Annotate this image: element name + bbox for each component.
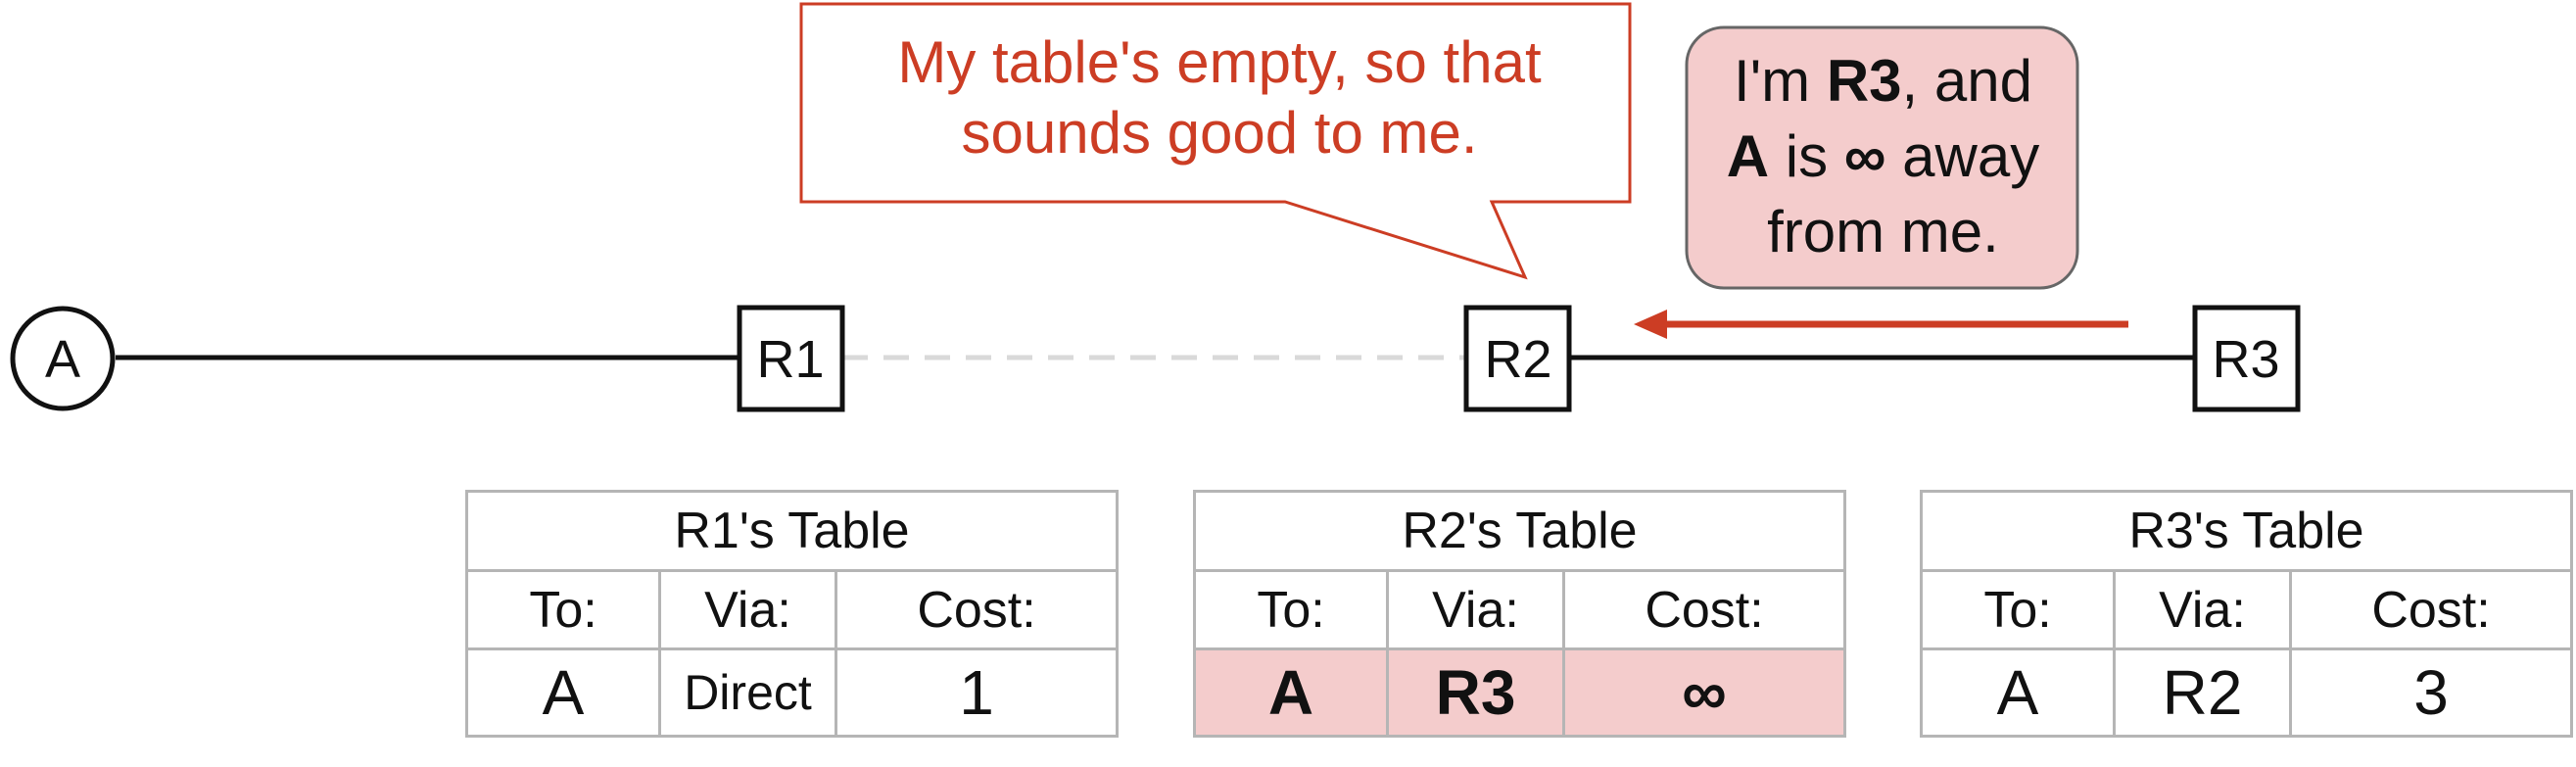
cell-cost: ∞ <box>1562 647 1846 738</box>
bubble-r3-bold-r3: R3 <box>1826 48 1902 114</box>
node-r1: R1 <box>737 305 845 412</box>
header-cost: Cost: <box>835 569 1119 650</box>
cell-to: A <box>1193 647 1389 738</box>
bubble-r3-text-span: , and <box>1901 48 2032 114</box>
cell-cost: 3 <box>2289 647 2573 738</box>
table-title: R1's Table <box>465 490 1119 572</box>
bubble-r3-text: I'm R3, and A is ∞ away from me. <box>1690 44 2076 269</box>
header-via: Via: <box>658 569 837 650</box>
table-title: R3's Table <box>1920 490 2573 572</box>
bubble-r3-text-span: is <box>1769 122 1844 189</box>
bubble-r2-text: My table's empty, so that sounds good to… <box>808 27 1631 168</box>
cell-cost: 1 <box>835 647 1119 738</box>
header-via: Via: <box>1386 569 1565 650</box>
cell-to: A <box>465 647 661 738</box>
routing-table-r2: R2's Table To: Via: Cost: A R3 ∞ <box>1193 490 1846 738</box>
node-r3-label: R3 <box>2212 330 2279 389</box>
bubble-r3-text-span: I'm <box>1734 48 1827 114</box>
header-via: Via: <box>2113 569 2292 650</box>
cell-via: Direct <box>658 647 837 738</box>
cell-to: A <box>1920 647 2116 738</box>
bubble-r2-line1: My table's empty, so that <box>897 29 1542 95</box>
header-cost: Cost: <box>1562 569 1846 650</box>
cell-via: R2 <box>2113 647 2292 738</box>
bubble-r3-text-span: away <box>1885 122 2040 189</box>
node-r2-label: R2 <box>1484 330 1551 389</box>
routing-table-r1: R1's Table To: Via: Cost: A Direct 1 <box>465 490 1119 738</box>
node-r1-label: R1 <box>756 330 824 389</box>
header-cost: Cost: <box>2289 569 2573 650</box>
bubble-r2-line2: sounds good to me. <box>961 100 1478 166</box>
bubble-r3-line1: I'm R3, and <box>1690 44 2076 120</box>
arrow-r3-to-r2 <box>1634 310 2128 339</box>
table-title: R2's Table <box>1193 490 1846 572</box>
routing-table-r3: R3's Table To: Via: Cost: A R2 3 <box>1920 490 2573 738</box>
bubble-r3-bold-infinity: ∞ <box>1843 122 1886 189</box>
node-a-label: A <box>45 330 80 389</box>
bubble-r3-bold-a: A <box>1726 122 1770 189</box>
node-r3: R3 <box>2192 305 2301 412</box>
header-to: To: <box>1193 569 1389 650</box>
node-a: A <box>10 306 116 411</box>
node-r2: R2 <box>1463 305 1572 412</box>
bubble-r3-line3: from me. <box>1767 198 1999 264</box>
bubble-r3-line2: A is ∞ away <box>1690 120 2076 195</box>
cell-via: R3 <box>1386 647 1565 738</box>
header-to: To: <box>465 569 661 650</box>
header-to: To: <box>1920 569 2116 650</box>
